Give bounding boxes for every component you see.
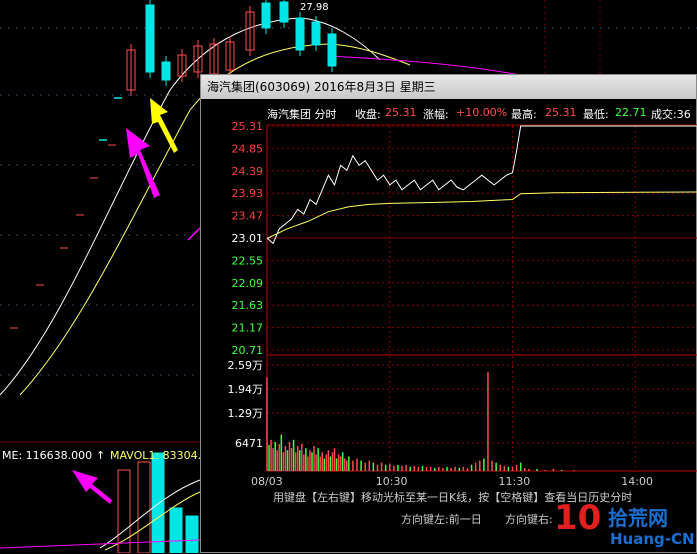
magenta-arrow-icon [126,128,160,198]
volume-tick-label: 1.29万 [228,407,264,420]
change-value: +10.00% [456,106,508,119]
time-tick-label: 11:30 [499,475,531,488]
volume-label: 成交:36 [651,108,691,121]
popup-titlebar[interactable]: 海汽集团(603069) 2016年8月3日 星期三 [201,75,696,99]
kline-candle [145,4,155,73]
volume-bar [151,452,165,553]
yellow-arrow-icon [150,98,178,153]
watermark-brand-cn: 拾荒网 [608,506,668,530]
volume-tick-label: 2.59万 [228,359,264,372]
intraday-name: 海汽集团 分时 [267,108,337,121]
price-tick-label: 21.63 [232,299,264,312]
kline-candle [295,17,305,51]
intraday-chart[interactable]: 25.31 24.85 24.39 23.93 23.47 23.01 22.55 22.09… [201,99,697,554]
price-tick-label: 20.71 [232,344,264,357]
popup-title: 海汽集团(603069) 2016年8月3日 星期三 [207,80,436,94]
time-tick-label: 14:00 [621,475,653,488]
volume-bar [169,507,183,553]
kline-candle [279,1,289,23]
high-value: 25.31 [545,106,577,119]
price-tick-label: 22.55 [232,254,264,267]
volume-tick-label: 1.94万 [228,383,264,396]
price-tick-label: 24.39 [232,165,264,178]
kline-candle [311,21,321,46]
price-tick-label: 23.47 [232,210,264,223]
mavol-label: MAVOL1: 83304. [110,449,202,462]
intraday-price-line [266,125,697,245]
price-tick-label: 22.09 [232,277,264,290]
low-label: 最低: [583,108,609,121]
volume-tick-label: 6471 [235,437,263,450]
watermark-logo: 10 拾荒网 Huang-CN [552,498,697,553]
price-tick-label: 25.31 [232,120,264,133]
price-tick-label: 24.85 [232,142,264,155]
low-value: 22.71 [615,106,647,119]
kline-candle [327,33,337,67]
history-intraday-popup[interactable]: 海汽集团(603069) 2016年8月3日 星期三 25.31 24.85 24.… [200,74,697,553]
watermark-brand-en: Huang-CN [610,530,695,548]
price-tick-label: 23.93 [232,187,264,200]
high-label: 最高: [511,108,537,121]
ma-line-magenta-tail [187,227,201,241]
keyboard-hint-left: 方向键左:前一日 [401,513,482,526]
close-label: 收盘: [355,108,381,121]
kline-price-label: 27.98 [300,2,329,13]
watermark-number: 10 [554,498,602,538]
time-tick-label: 10:30 [376,475,408,488]
volume-bar [185,515,199,553]
close-value: 25.31 [385,106,417,119]
keyboard-hint-right: 方向键右: [505,513,553,526]
price-tick-label: 21.17 [232,322,264,335]
magenta-arrow-vol-icon [72,470,112,504]
price-tick-label: 23.01 [232,232,264,245]
kline-candle [261,2,271,29]
volume-bar [137,461,151,553]
time-tick-label: 08/03 [251,475,283,488]
ma-line-magenta [329,55,521,76]
volume-arrow-label: ↑ [96,449,106,462]
kline-candle [161,61,171,81]
change-label: 涨幅: [423,108,449,121]
volume-me-label: ME: 116638.000 [2,449,93,462]
